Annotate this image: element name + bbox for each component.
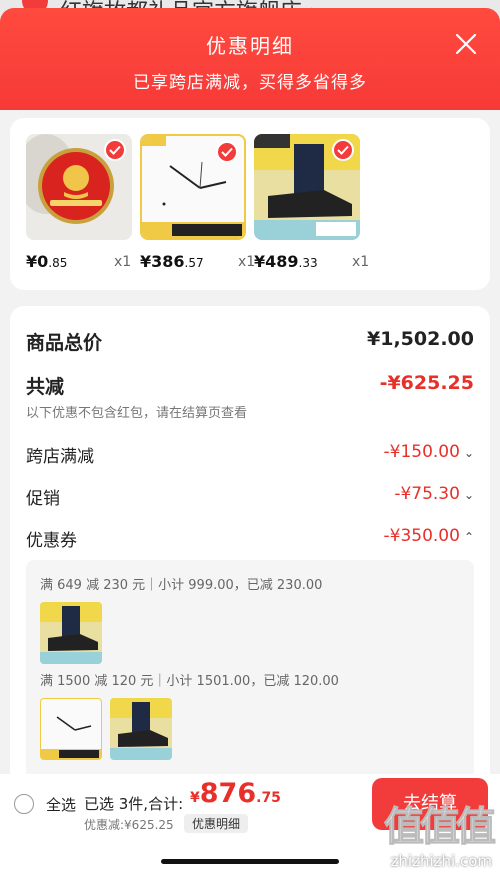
discount-detail-header: 优惠明细 已享跨店满减，买得多省得多 <box>0 8 500 110</box>
discount-label: 促销 <box>26 489 60 509</box>
select-all-label[interactable]: 全选 <box>46 794 76 815</box>
total-amount: ¥876.75 <box>190 778 281 809</box>
product-image-clock <box>140 134 246 240</box>
chevron-down-icon[interactable]: ⌄ <box>464 488 474 502</box>
chevron-down-icon[interactable]: ⌄ <box>464 446 474 460</box>
sheet-title: 优惠明细 <box>206 34 294 58</box>
discount-amount: 优惠减:¥625.25 <box>84 818 174 832</box>
discount-label: 优惠券 <box>26 531 77 551</box>
coupon-condition: 满 1500 减 120 元｜小计 1501.00，已减 120.00 <box>40 674 339 689</box>
coupon-condition: 满 649 减 230 元｜小计 999.00，已减 230.00 <box>40 578 323 593</box>
product-price: ¥489.33 <box>254 252 318 271</box>
product-qty: x1 <box>352 254 370 270</box>
product-qty: x1 <box>114 254 132 270</box>
total-reduce-value: -¥625.25 <box>379 372 474 394</box>
total-price-row: 商品总价 ¥1,502.00 <box>26 324 474 354</box>
discount-value: -¥75.30 ⌄ <box>394 484 474 504</box>
product-image-shoes <box>254 134 360 240</box>
price-summary-card: 商品总价 ¥1,502.00 共减 -¥625.25 以下优惠不包含红包，请在结… <box>10 306 490 806</box>
shoes-icon <box>40 602 102 664</box>
total-price-label: 商品总价 <box>26 332 103 354</box>
total-price-value: ¥1,502.00 <box>367 328 474 350</box>
product-qty: x1 <box>238 254 256 270</box>
total-reduce-label: 共减 <box>26 376 65 398</box>
selected-check-icon[interactable] <box>332 139 354 161</box>
product-price: ¥0.85 <box>26 252 68 271</box>
product-list-card: ¥0.85 x1 ¥386.57 x1 ¥489.33 x1 <box>10 118 490 290</box>
promotion-row[interactable]: 促销 -¥75.30 ⌄ <box>26 480 474 510</box>
selected-check-icon[interactable] <box>104 139 126 161</box>
close-icon[interactable] <box>454 32 478 56</box>
discount-note: 以下优惠不包含红包，请在结算页查看 <box>26 406 248 421</box>
coupon-product-thumb <box>110 698 172 760</box>
chevron-up-icon[interactable]: ⌃ <box>464 530 474 544</box>
discount-value: -¥350.00 ⌃ <box>383 526 475 546</box>
product-price: ¥386.57 <box>140 252 204 271</box>
wall-clock-icon <box>41 716 101 759</box>
discount-detail-button[interactable]: 优惠明细 <box>184 814 249 833</box>
product-item[interactable]: ¥0.85 x1 <box>26 134 132 271</box>
product-item[interactable]: ¥489.33 x1 <box>254 134 369 271</box>
coupon-row[interactable]: 优惠券 -¥350.00 ⌃ <box>26 522 474 552</box>
sheet-subtitle: 已享跨店满减，买得多省得多 <box>133 73 367 93</box>
cross-store-discount-row[interactable]: 跨店满减 -¥150.00 ⌄ <box>26 438 474 468</box>
shoes-icon <box>110 698 172 760</box>
select-all-radio[interactable] <box>14 794 34 814</box>
total-reduce-row: 共减 -¥625.25 <box>26 368 474 398</box>
coupon-product-thumb <box>40 602 102 664</box>
discount-value: -¥150.00 ⌄ <box>383 442 475 462</box>
product-image-badge <box>26 134 132 240</box>
checkout-bar: 全选 已选 3件,合计: ¥876.75 优惠减:¥625.25 优惠明细 去结… <box>0 774 500 877</box>
discount-label: 跨店满减 <box>26 447 94 467</box>
home-indicator[interactable] <box>161 859 339 864</box>
product-item[interactable]: ¥386.57 x1 <box>140 134 255 271</box>
selected-count: 已选 3件,合计: <box>84 795 184 813</box>
coupon-detail-panel: 满 649 减 230 元｜小计 999.00，已减 230.00 满 1500… <box>26 560 474 800</box>
coupon-product-thumb <box>40 698 102 760</box>
watermark: 值值值 zhizhizhi.com <box>384 804 497 871</box>
selected-check-icon[interactable] <box>216 141 238 163</box>
